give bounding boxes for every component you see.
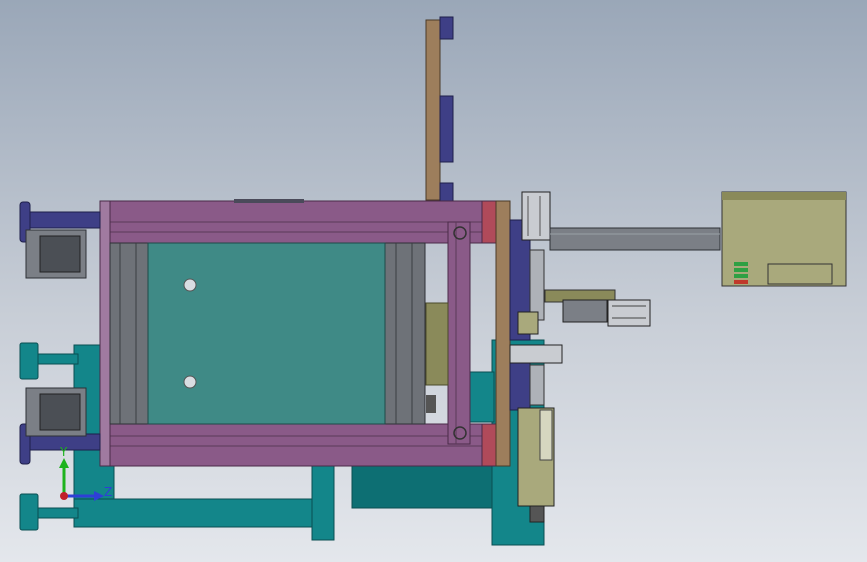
- cylinder-rod: [549, 227, 721, 251]
- olive-block: [425, 302, 449, 386]
- control-box: [721, 191, 847, 287]
- machine-assembly-drawing: Y Z: [19, 16, 847, 546]
- small-clamp: [426, 395, 436, 413]
- cad-viewport[interactable]: Y Z: [0, 0, 867, 562]
- origin-icon: [60, 492, 68, 500]
- mounting-plate: [495, 200, 511, 467]
- vertical-post: [425, 16, 454, 204]
- inner-panel: [147, 242, 386, 425]
- y-axis-label: Y: [59, 445, 68, 459]
- z-axis-label: Z: [104, 485, 112, 499]
